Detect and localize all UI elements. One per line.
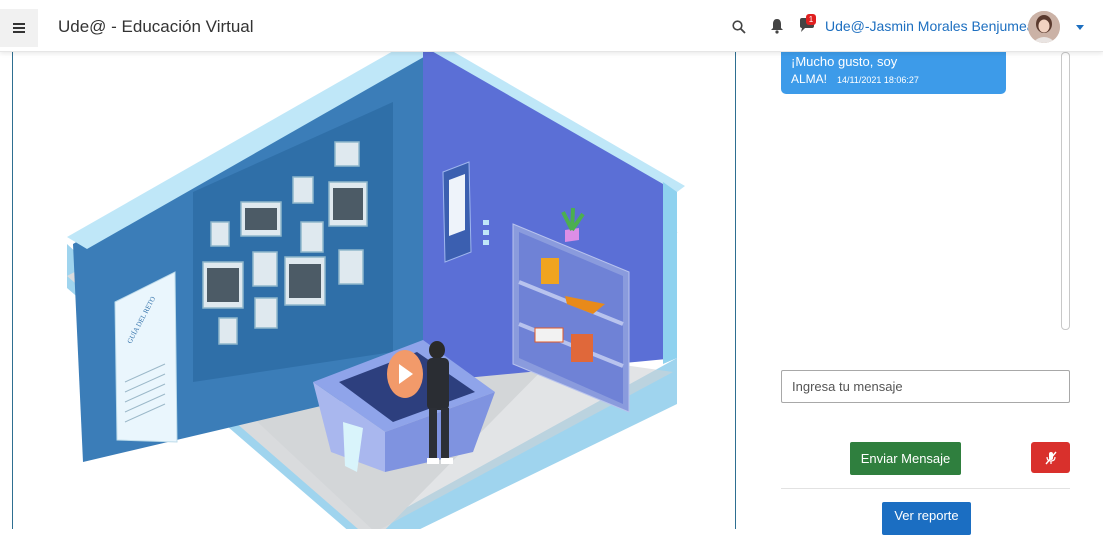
wall-kiosk-buttons <box>483 220 489 245</box>
bot-message-name: ALMA! <box>791 72 828 86</box>
user-menu-name[interactable]: Ude@-Jasmin Morales Benjumea <box>825 18 1035 34</box>
right-wall-edge <box>663 182 677 364</box>
message-input[interactable] <box>781 370 1070 403</box>
message-timestamp: 14/11/2021 18:06:27 <box>837 75 919 85</box>
chat-divider <box>781 488 1070 489</box>
mute-mic-button[interactable] <box>1031 442 1070 473</box>
send-message-button[interactable]: Enviar Mensaje <box>850 442 961 475</box>
chat-scrollbar[interactable] <box>1061 52 1070 330</box>
shelf-book <box>534 327 564 343</box>
bot-message-text: ¡Mucho gusto, soy <box>791 54 898 69</box>
wall-kiosk-screen <box>449 174 465 236</box>
site-title[interactable]: Ude@ - Educación Virtual <box>58 17 254 37</box>
avatar-photo <box>1028 11 1060 43</box>
avatar[interactable] <box>1028 11 1060 43</box>
search-icon[interactable] <box>732 20 746 34</box>
bot-message-bubble: ¡Mucho gusto, soy ALMA! 14/11/2021 18:06:… <box>781 52 1006 94</box>
message-count-badge: 1 <box>806 14 816 25</box>
bell-icon[interactable] <box>770 18 784 34</box>
messages-button[interactable]: 1 <box>798 14 816 34</box>
view-report-button[interactable]: Ver reporte <box>882 502 971 535</box>
bot-message-text-2: ALMA! 14/11/2021 18:06:27 <box>791 71 996 89</box>
virtual-room-illustration: GUÍA DEL RETO <box>67 52 685 529</box>
menu-toggle-button[interactable] <box>0 9 38 47</box>
caret-down-icon[interactable] <box>1076 25 1084 30</box>
top-navbar: Ude@ - Educación Virtual 1 Ude@-Jasmin M… <box>0 0 1103 52</box>
guide-poster <box>114 271 178 443</box>
chat-panel: ¡Mucho gusto, soy ALMA! 14/11/2021 18:06:… <box>737 52 1103 535</box>
virtual-room-panel: GUÍA DEL RETO <box>12 52 736 529</box>
menu-icon <box>13 23 25 33</box>
mic-off-icon <box>1044 451 1057 464</box>
shelf-mailbox <box>571 334 593 362</box>
shelf-trophy <box>541 258 559 284</box>
